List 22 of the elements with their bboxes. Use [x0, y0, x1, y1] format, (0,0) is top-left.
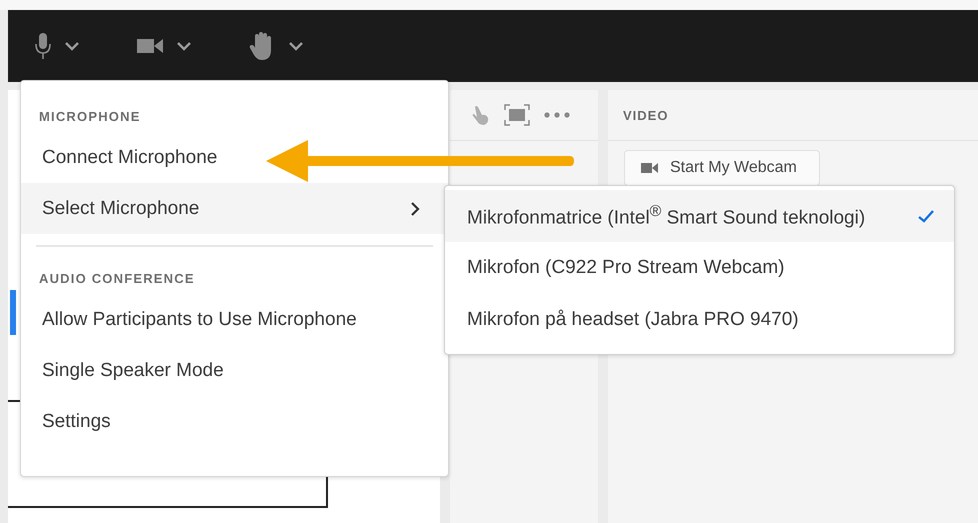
caret-icon[interactable]	[65, 42, 79, 50]
microphone-option[interactable]: Mikrofon (C922 Pro Stream Webcam)	[445, 242, 954, 294]
section-heading: AUDIO CONFERENCE	[38, 270, 196, 288]
slide-accent	[10, 290, 16, 335]
camera-icon	[641, 162, 658, 174]
caret-icon[interactable]	[177, 42, 191, 50]
microphone-option[interactable]: Mikrofon på headset (Jabra PRO 9470)	[445, 294, 954, 346]
more-icon[interactable]	[544, 112, 570, 118]
microphone-option[interactable]: Mikrofonmatrice (Intel$^{®}$ Smart Sound teknologi)	[445, 190, 954, 242]
menu-item[interactable]: Select Microphone	[21, 183, 448, 234]
menu-item[interactable]: Settings	[21, 396, 448, 447]
microphone-icon[interactable]	[35, 33, 51, 59]
start-webcam-button[interactable]: Start My Webcam	[624, 150, 820, 186]
panel-title: VIDEO	[623, 108, 668, 122]
menu-item[interactable]: Single Speaker Mode	[21, 345, 448, 396]
camera-icon[interactable]	[137, 38, 163, 54]
fullscreen-icon[interactable]	[504, 104, 530, 126]
section-heading: MICROPHONE	[38, 108, 142, 126]
caret-icon[interactable]	[289, 42, 303, 50]
menu-item[interactable]: Allow Participants to Use Microphone	[21, 294, 448, 345]
check-icon	[918, 210, 934, 222]
menu-item[interactable]: Connect Microphone	[21, 132, 448, 183]
